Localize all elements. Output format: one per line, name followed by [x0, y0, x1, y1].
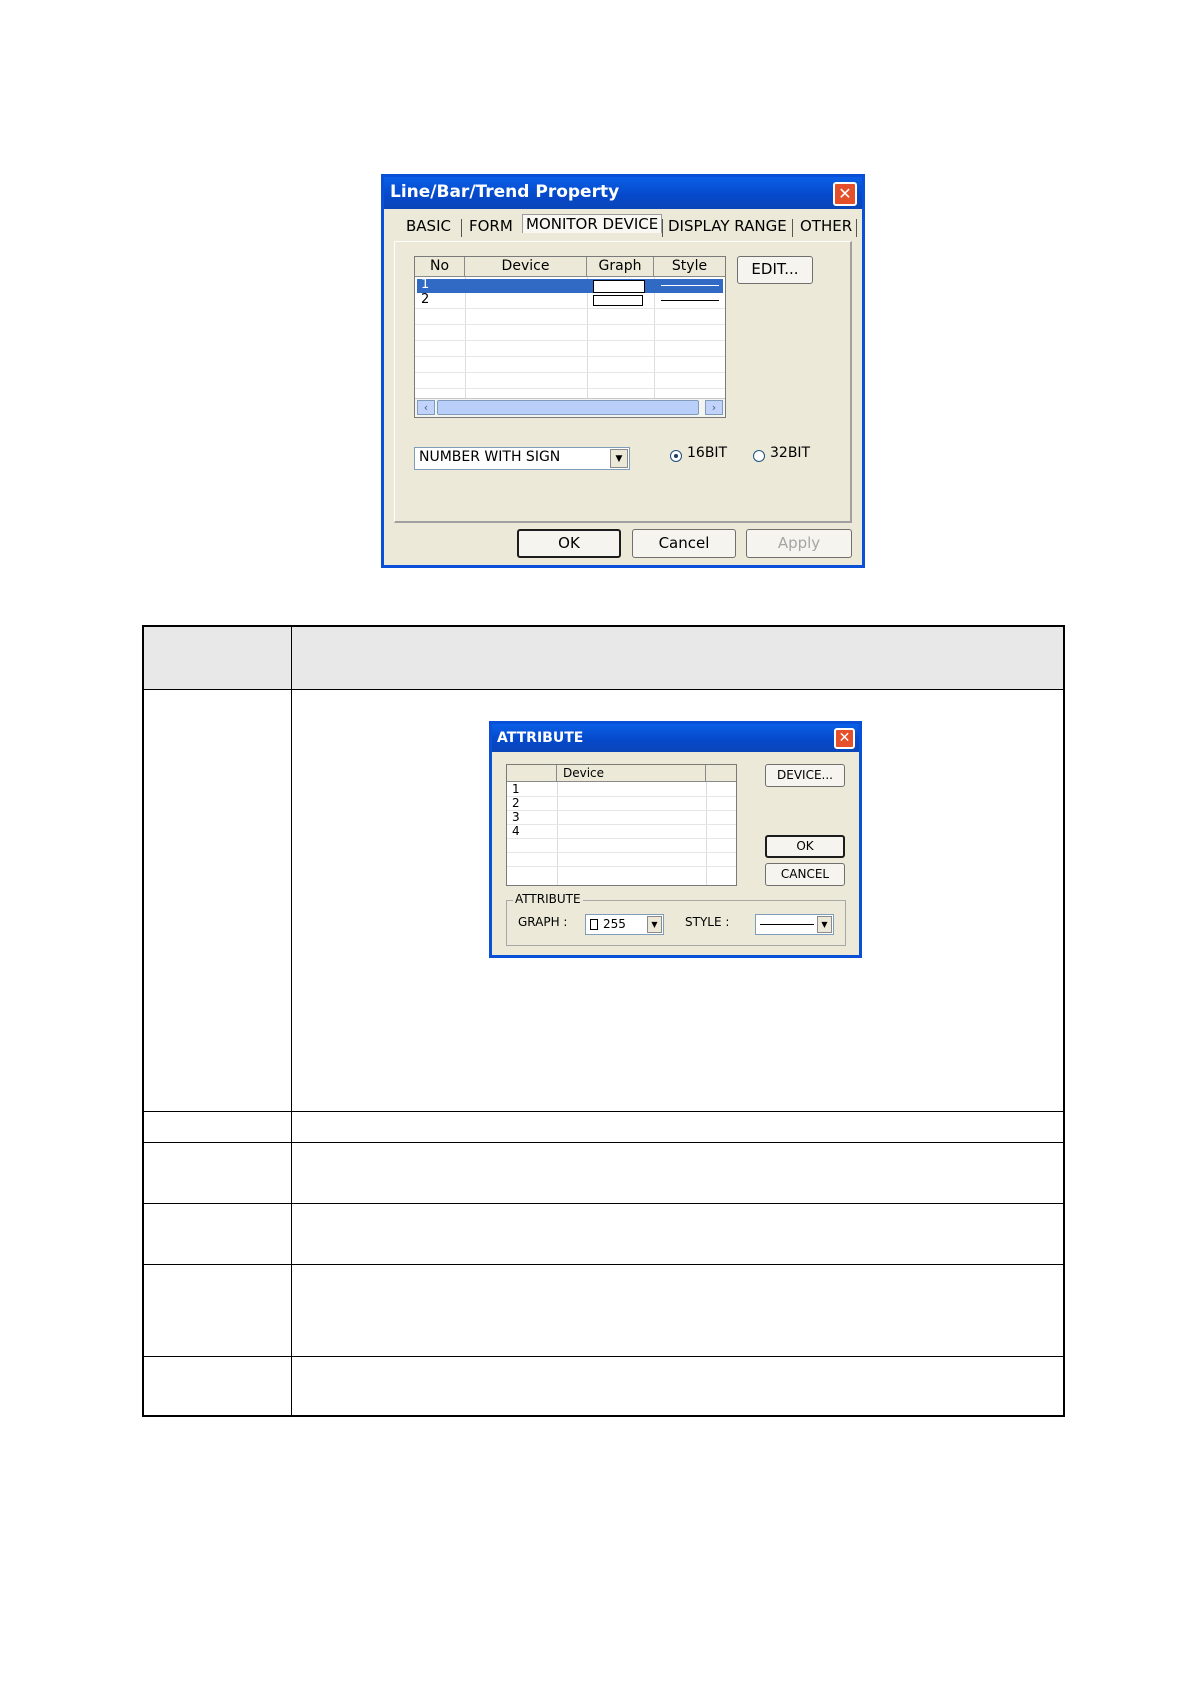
grid-line	[415, 356, 725, 357]
radio-16bit-label[interactable]: 16BIT	[687, 445, 727, 461]
table-row-divider	[144, 1142, 1063, 1143]
list-item[interactable]: 1	[512, 782, 520, 796]
device-button[interactable]: DEVICE...	[765, 764, 845, 787]
tab-other[interactable]: OTHER	[800, 217, 852, 235]
tab-monitor-device[interactable]: MONITOR DEVICE	[522, 214, 663, 233]
graph-swatch	[593, 280, 645, 293]
chevron-down-icon[interactable]: ▼	[647, 916, 662, 933]
list-item[interactable]: 3	[512, 810, 520, 824]
attribute-dialog: ATTRIBUTE ✕ Device 1 2 3 4 DEVICE... OK …	[489, 721, 862, 958]
grid-line	[557, 782, 558, 885]
style-label: STYLE :	[685, 915, 730, 929]
grid-line	[507, 796, 736, 797]
grid-line	[507, 810, 736, 811]
color-swatch	[590, 919, 598, 930]
tab-basic[interactable]: BASIC	[406, 217, 451, 235]
grid-line	[415, 308, 725, 309]
apply-button[interactable]: Apply	[746, 529, 852, 558]
graph-swatch	[593, 295, 643, 306]
column-header-device[interactable]: Device	[557, 765, 706, 781]
table-column-divider	[291, 627, 292, 1415]
scrollbar-thumb[interactable]	[437, 400, 699, 415]
grid-line	[415, 372, 725, 373]
line-bar-trend-property-dialog: Line/Bar/Trend Property ✕ BASIC FORM MON…	[381, 174, 865, 568]
edit-button[interactable]: EDIT...	[737, 256, 813, 284]
list-item[interactable]: 2	[512, 796, 520, 810]
dialog-title-bar[interactable]: Line/Bar/Trend Property	[384, 177, 862, 209]
tab-separator	[856, 219, 857, 237]
table-row[interactable]: 1	[417, 277, 723, 293]
table-header-row	[144, 627, 1063, 690]
row-number: 2	[421, 292, 430, 307]
tab-separator	[662, 219, 663, 237]
line-style-sample	[661, 285, 719, 286]
graph-label: GRAPH :	[518, 915, 568, 929]
line-style-sample	[760, 924, 814, 925]
cancel-button[interactable]: CANCEL	[765, 863, 845, 886]
grid-header: Device	[507, 765, 736, 782]
graph-value: 255	[603, 917, 626, 931]
grid-line	[507, 838, 736, 839]
graph-select[interactable]: 255 ▼	[585, 914, 664, 935]
grid-line	[507, 852, 736, 853]
line-style-sample	[661, 300, 719, 301]
tab-form[interactable]: FORM	[469, 217, 513, 235]
tab-separator	[792, 219, 793, 237]
ok-button[interactable]: OK	[765, 835, 845, 858]
list-item[interactable]: 4	[512, 824, 520, 838]
style-select[interactable]: ▼	[755, 914, 834, 935]
table-row-divider	[144, 1203, 1063, 1204]
number-format-select[interactable]: NUMBER WITH SIGN ▼	[414, 447, 630, 470]
radio-32bit-label[interactable]: 32BIT	[770, 445, 810, 461]
row-number: 1	[421, 277, 430, 292]
grid-line	[507, 824, 736, 825]
table-row[interactable]: 2	[417, 292, 723, 308]
column-header-style[interactable]: Style	[654, 257, 725, 276]
close-icon[interactable]: ✕	[834, 728, 855, 749]
column-header-no[interactable]	[507, 765, 557, 781]
cancel-button[interactable]: Cancel	[632, 529, 736, 558]
attribute-group-label: ATTRIBUTE	[513, 892, 583, 906]
radio-32bit[interactable]	[753, 450, 765, 462]
table-row-divider	[144, 1111, 1063, 1112]
grid-line	[706, 782, 707, 885]
table-row-divider	[144, 1264, 1063, 1265]
column-header-graph[interactable]: Graph	[587, 257, 654, 276]
tab-display-range[interactable]: DISPLAY RANGE	[668, 217, 787, 235]
radio-16bit[interactable]	[670, 450, 682, 462]
grid-header: No Device Graph Style	[415, 257, 725, 277]
dialog-title-bar[interactable]: ATTRIBUTE	[492, 724, 859, 752]
column-header-no[interactable]: No	[415, 257, 465, 276]
close-icon[interactable]: ✕	[833, 182, 857, 206]
radio-dot	[674, 454, 678, 458]
ok-button[interactable]: OK	[517, 529, 621, 558]
scroll-right-icon[interactable]: ›	[705, 400, 723, 415]
scroll-left-icon[interactable]: ‹	[417, 400, 435, 415]
dialog-title: Line/Bar/Trend Property	[390, 182, 620, 202]
number-format-value: NUMBER WITH SIGN	[419, 449, 561, 465]
chevron-down-icon[interactable]: ▼	[610, 449, 628, 468]
table-row-divider	[144, 1356, 1063, 1357]
grid-line	[415, 388, 725, 389]
grid-line	[415, 340, 725, 341]
device-grid[interactable]: Device 1 2 3 4	[506, 764, 737, 886]
chevron-down-icon[interactable]: ▼	[817, 916, 832, 933]
column-header-extra[interactable]	[706, 765, 736, 781]
dialog-title: ATTRIBUTE	[497, 730, 584, 746]
grid-line	[507, 866, 736, 867]
horizontal-scrollbar[interactable]: ‹ ›	[415, 398, 725, 417]
column-header-device[interactable]: Device	[465, 257, 587, 276]
device-grid[interactable]: No Device Graph Style 1 2 ‹ ›	[414, 256, 726, 418]
grid-line	[415, 324, 725, 325]
tab-separator	[461, 219, 462, 237]
